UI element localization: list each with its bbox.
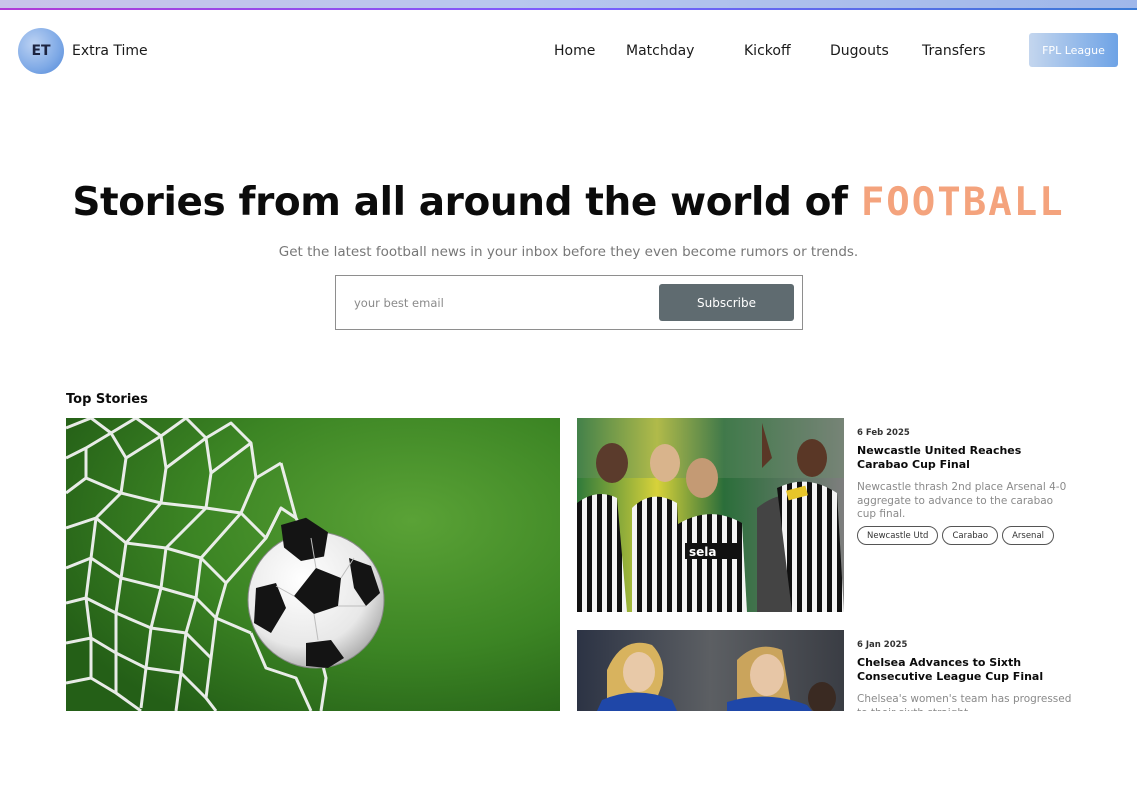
story-body: 6 Feb 2025 Newcastle United Reaches Cara… <box>857 418 1072 613</box>
story-thumbnail[interactable]: sela <box>577 418 844 612</box>
story-date: 6 Jan 2025 <box>857 640 908 650</box>
nav-link-home[interactable]: Home <box>554 43 595 59</box>
story-date: 6 Feb 2025 <box>857 428 910 438</box>
newsletter-form: Subscribe <box>335 275 803 330</box>
logo-initials: ET <box>31 43 51 59</box>
story-title[interactable]: Chelsea Advances to Sixth Consecutive Le… <box>857 656 1072 684</box>
nav-link-kickoff[interactable]: Kickoff <box>744 43 791 59</box>
story-thumbnail[interactable] <box>577 630 844 711</box>
story-tags: Newcastle Utd Carabao Arsenal <box>857 526 1055 545</box>
nav-link-matchday[interactable]: Matchday <box>626 43 694 59</box>
nav-link-dugouts[interactable]: Dugouts <box>830 43 889 59</box>
hero-title-accent: FOOTBALL <box>860 180 1065 225</box>
story-description: Newcastle thrash 2nd place Arsenal 4-0 a… <box>857 481 1067 520</box>
hero-subtitle: Get the latest football news in your inb… <box>278 244 859 260</box>
football-net-illustration <box>66 418 560 711</box>
tag-chip[interactable]: Newcastle Utd <box>857 526 939 545</box>
top-accent-strip <box>0 0 1137 10</box>
story-card[interactable]: sela 6 Feb 2025 Newcastle United Reaches… <box>577 418 1077 613</box>
story-description: Chelsea's women's team has progressed to… <box>857 693 1072 711</box>
hero-title-text: Stories from all around the world of <box>72 180 848 225</box>
story-body: 6 Jan 2025 Chelsea Advances to Sixth Con… <box>857 630 1072 711</box>
story-card[interactable]: 6 Jan 2025 Chelsea Advances to Sixth Con… <box>577 630 1077 711</box>
brand-name[interactable]: Extra Time <box>72 43 148 59</box>
logo-badge[interactable]: ET <box>18 28 64 74</box>
nav-link-transfers[interactable]: Transfers <box>922 43 986 59</box>
featured-story-image[interactable] <box>66 418 560 711</box>
email-input[interactable] <box>348 290 648 316</box>
shirt-sponsor-text: sela <box>689 545 717 559</box>
chelsea-women-image <box>577 630 844 711</box>
navbar: ET Extra Time Home Matchday Kickoff Dugo… <box>0 10 1137 90</box>
newcastle-celebration-image: sela <box>577 418 844 612</box>
tag-chip[interactable]: Arsenal <box>1002 526 1055 545</box>
tag-chip[interactable]: Carabao <box>942 526 999 545</box>
fpl-league-button[interactable]: FPL League <box>1029 33 1118 67</box>
hero-title: Stories from all around the world of FOO… <box>0 180 1137 225</box>
subscribe-button[interactable]: Subscribe <box>659 284 794 321</box>
top-stories-heading: Top Stories <box>66 392 148 407</box>
story-title[interactable]: Newcastle United Reaches Carabao Cup Fin… <box>857 444 1072 472</box>
